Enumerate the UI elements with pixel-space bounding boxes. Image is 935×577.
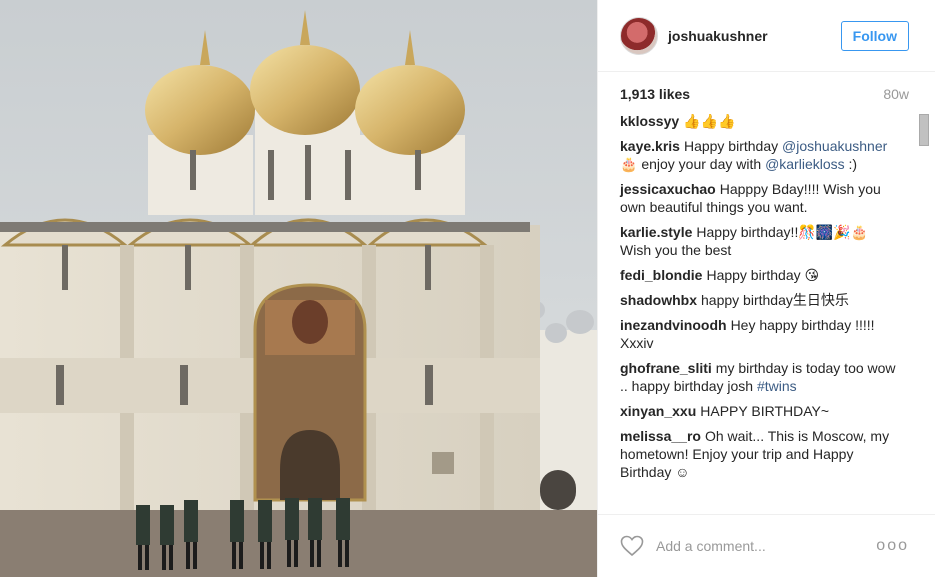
likes-count[interactable]: 1,913 likes bbox=[620, 86, 690, 102]
mention-link[interactable]: @karliekloss bbox=[765, 156, 845, 172]
comment: kaye.kris Happy birthday @joshuakushner 🎂… bbox=[620, 137, 901, 173]
comment-bar: Add a comment... ooo bbox=[598, 514, 935, 577]
comment-username[interactable]: ghofrane_sliti bbox=[620, 360, 712, 376]
post-stats: 1,913 likes 80w bbox=[598, 74, 935, 114]
comment: fedi_blondie Happy birthday 😘 bbox=[620, 266, 901, 284]
comment: inezandvinoodh Hey happy birthday !!!!! X… bbox=[620, 316, 901, 352]
comment-username[interactable]: xinyan_xxu bbox=[620, 403, 696, 419]
comment-username[interactable]: fedi_blondie bbox=[620, 267, 702, 283]
post-header: joshuakushner Follow bbox=[598, 0, 935, 72]
more-options-icon[interactable]: ooo bbox=[876, 537, 909, 555]
comment: melissa__ro Oh wait... This is Moscow, my… bbox=[620, 427, 901, 481]
comment-text: 👍👍👍 bbox=[683, 113, 736, 129]
scrollbar-thumb[interactable] bbox=[919, 114, 929, 146]
comment-username[interactable]: kklossyy bbox=[620, 113, 679, 129]
comment: karlie.style Happy birthday!!🎊🎆🎉🎂 Wish yo… bbox=[620, 223, 901, 259]
follow-button[interactable]: Follow bbox=[840, 20, 909, 51]
comment-username[interactable]: jessicaxuchao bbox=[620, 181, 716, 197]
comment: xinyan_xxu HAPPY BIRTHDAY~ bbox=[620, 402, 901, 420]
comment: jessicaxuchao Happpy Bday!!!! Wish you ow… bbox=[620, 180, 901, 216]
instagram-post: joshuakushner Follow 1,913 likes 80w kkl… bbox=[0, 0, 935, 577]
comment-username[interactable]: kaye.kris bbox=[620, 138, 680, 154]
comment-input[interactable]: Add a comment... bbox=[656, 538, 876, 554]
comment-username[interactable]: karlie.style bbox=[620, 224, 692, 240]
comment-text: HAPPY BIRTHDAY~ bbox=[700, 403, 830, 419]
comment-username[interactable]: inezandvinoodh bbox=[620, 317, 727, 333]
comment: ghofrane_sliti my birthday is today too w… bbox=[620, 359, 901, 395]
post-photo[interactable] bbox=[0, 0, 597, 577]
cathedral-photo bbox=[0, 0, 597, 577]
comment-username[interactable]: melissa__ro bbox=[620, 428, 701, 444]
author-username[interactable]: joshuakushner bbox=[668, 28, 841, 44]
hashtag-link[interactable]: #twins bbox=[757, 378, 797, 394]
mention-link[interactable]: @joshuakushner bbox=[782, 138, 887, 154]
comment-text: happy birthday生日快乐 bbox=[701, 292, 849, 308]
comment: shadowhbx happy birthday生日快乐 bbox=[620, 291, 901, 309]
post-sidebar: joshuakushner Follow 1,913 likes 80w kkl… bbox=[597, 0, 935, 577]
comments-list[interactable]: kklossyy 👍👍👍 kaye.kris Happy birthday @jos… bbox=[598, 112, 935, 512]
heart-icon[interactable] bbox=[620, 535, 644, 557]
avatar[interactable] bbox=[620, 16, 658, 55]
comment-text: Happy birthday 😘 bbox=[706, 267, 820, 283]
comment-text: Happy birthday bbox=[683, 138, 779, 154]
post-time[interactable]: 80w bbox=[883, 86, 909, 102]
comment-text: :) bbox=[844, 156, 858, 172]
comments-scrollbar[interactable] bbox=[919, 112, 929, 512]
comment-username[interactable]: shadowhbx bbox=[620, 292, 697, 308]
comment-text: 🎂 enjoy your day with bbox=[620, 156, 766, 172]
comment: kklossyy 👍👍👍 bbox=[620, 112, 901, 130]
